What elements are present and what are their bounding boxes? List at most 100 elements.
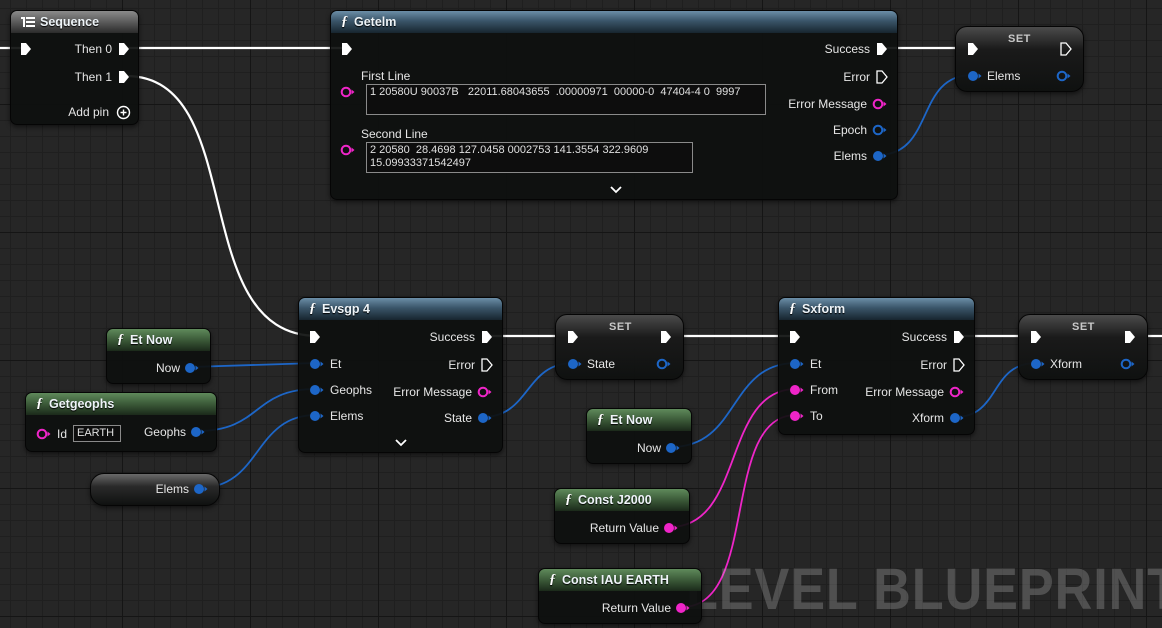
sxform-et-label: Et bbox=[810, 357, 822, 371]
getelm-success-exec-pin[interactable] bbox=[876, 42, 888, 56]
sxform-from-pin[interactable] bbox=[789, 384, 805, 396]
getgeophs-title: Getgeophs bbox=[49, 397, 115, 411]
const-j2000-return-pin[interactable] bbox=[663, 522, 679, 534]
sxform-header[interactable]: ƒ Sxform bbox=[779, 298, 974, 320]
elems-variable-pin[interactable] bbox=[193, 483, 209, 495]
expand-chevron-icon[interactable] bbox=[395, 439, 407, 447]
evsgp4-elems-pin[interactable] bbox=[309, 410, 325, 422]
evsgp4-header[interactable]: ƒ Evsgp 4 bbox=[299, 298, 502, 320]
const-j2000-node[interactable]: ƒ Const J2000 Return Value bbox=[554, 488, 690, 544]
getgeophs-id-input[interactable]: EARTH bbox=[73, 425, 121, 442]
sxform-error-message-pin[interactable] bbox=[949, 386, 965, 398]
const-iau-earth-header[interactable]: ƒ Const IAU EARTH bbox=[539, 569, 701, 591]
evsgp4-et-pin[interactable] bbox=[309, 358, 325, 370]
set-state-in-pin[interactable] bbox=[567, 358, 583, 370]
sequence-node[interactable]: Sequence Then 0 Then 1 Add pin bbox=[10, 10, 139, 125]
getelm-error-exec-pin[interactable] bbox=[876, 70, 888, 84]
getelm-elems-label: Elems bbox=[833, 149, 867, 163]
sequence-title: Sequence bbox=[40, 15, 100, 29]
et-now-header-2[interactable]: ƒ Et Now bbox=[587, 409, 691, 431]
evsgp4-state-label: State bbox=[443, 411, 472, 425]
sxform-to-pin[interactable] bbox=[789, 410, 805, 422]
getelm-epoch-pin[interactable] bbox=[872, 124, 888, 136]
evsgp4-geophs-pin[interactable] bbox=[309, 384, 325, 396]
evsgp4-et-label: Et bbox=[330, 357, 342, 371]
evsgp4-exec-in-pin[interactable] bbox=[309, 330, 321, 344]
set-state-out-pin[interactable] bbox=[656, 358, 672, 370]
set-elems-exec-out-pin[interactable] bbox=[1060, 42, 1072, 56]
et-now-now-label-1: Now bbox=[155, 361, 180, 375]
function-icon: ƒ bbox=[117, 332, 124, 347]
evsgp4-state-pin[interactable] bbox=[477, 412, 493, 424]
sxform-error-exec-pin[interactable] bbox=[953, 358, 965, 372]
set-state-exec-in-pin[interactable] bbox=[567, 330, 579, 344]
function-icon: ƒ bbox=[565, 492, 572, 507]
et-now-now-pin-2[interactable] bbox=[665, 442, 681, 454]
sequence-icon bbox=[21, 17, 35, 27]
set-state-node[interactable]: SET State bbox=[555, 314, 684, 380]
function-icon: ƒ bbox=[341, 14, 348, 29]
function-icon: ƒ bbox=[36, 396, 43, 411]
et-now-node-2[interactable]: ƒ Et Now Now bbox=[586, 408, 692, 464]
evsgp4-elems-label: Elems bbox=[330, 409, 364, 423]
const-iau-earth-return-pin[interactable] bbox=[675, 602, 691, 614]
getgeophs-id-pin[interactable] bbox=[36, 428, 52, 440]
expand-chevron-icon[interactable] bbox=[610, 186, 622, 194]
getgeophs-geophs-pin[interactable] bbox=[190, 426, 206, 438]
sxform-to-label: To bbox=[810, 409, 823, 423]
add-pin-label[interactable]: Add pin bbox=[68, 105, 109, 119]
sxform-exec-in-pin[interactable] bbox=[789, 330, 801, 344]
second-line-pin[interactable] bbox=[340, 144, 356, 156]
sxform-et-pin[interactable] bbox=[789, 358, 805, 370]
et-now-now-pin-1[interactable] bbox=[184, 362, 200, 374]
evsgp4-success-exec-pin[interactable] bbox=[481, 330, 493, 344]
set-xform-in-pin[interactable] bbox=[1030, 358, 1046, 370]
sxform-xform-label: Xform bbox=[911, 411, 944, 425]
getelm-error-message-pin[interactable] bbox=[872, 98, 888, 110]
first-line-pin[interactable] bbox=[340, 86, 356, 98]
evsgp4-node[interactable]: ƒ Evsgp 4 Et Geophs Elems Success Error … bbox=[298, 297, 503, 453]
sxform-xform-pin[interactable] bbox=[949, 412, 965, 424]
const-iau-earth-return-label: Return Value bbox=[601, 601, 671, 615]
evsgp4-error-exec-pin[interactable] bbox=[481, 358, 493, 372]
set-xform-node[interactable]: SET Xform bbox=[1018, 314, 1148, 380]
evsgp4-geophs-label: Geophs bbox=[330, 383, 373, 397]
et-now-header-1[interactable]: ƒ Et Now bbox=[107, 329, 210, 351]
set-xform-out-pin[interactable] bbox=[1120, 358, 1136, 370]
first-line-input[interactable]: 1 20580U 90037B 22011.68043655 .00000971… bbox=[366, 84, 766, 115]
getgeophs-header[interactable]: ƒ Getgeophs bbox=[26, 393, 216, 415]
getelm-exec-in-pin[interactable] bbox=[341, 42, 353, 56]
set-xform-exec-out-pin[interactable] bbox=[1124, 330, 1136, 344]
then1-exec-pin[interactable] bbox=[118, 70, 130, 84]
et-now-node-1[interactable]: ƒ Et Now Now bbox=[106, 328, 211, 384]
sxform-node[interactable]: ƒ Sxform Et From To Success Error Error … bbox=[778, 297, 975, 435]
evsgp4-error-label: Error bbox=[448, 358, 475, 372]
then0-exec-pin[interactable] bbox=[118, 42, 130, 56]
sequence-exec-in-pin[interactable] bbox=[20, 42, 32, 56]
set-xform-title: SET bbox=[1072, 321, 1095, 333]
getelm-header[interactable]: ƒ Getelm bbox=[331, 11, 897, 33]
elems-variable-node[interactable]: Elems bbox=[90, 473, 220, 506]
getelm-node[interactable]: ƒ Getelm First Line 1 20580U 90037B 2201… bbox=[330, 10, 898, 200]
set-state-exec-out-pin[interactable] bbox=[660, 330, 672, 344]
add-pin-icon[interactable] bbox=[116, 105, 131, 120]
function-icon: ƒ bbox=[549, 572, 556, 587]
et-now-now-label-2: Now bbox=[636, 441, 661, 455]
getelm-error-message-label: Error Message bbox=[788, 97, 867, 111]
set-elems-node[interactable]: SET Elems bbox=[955, 26, 1084, 92]
const-iau-earth-node[interactable]: ƒ Const IAU EARTH Return Value bbox=[538, 568, 702, 624]
sxform-success-exec-pin[interactable] bbox=[953, 330, 965, 344]
set-elems-out-pin[interactable] bbox=[1056, 70, 1072, 82]
set-xform-exec-in-pin[interactable] bbox=[1030, 330, 1042, 344]
set-elems-exec-in-pin[interactable] bbox=[967, 42, 979, 56]
function-icon: ƒ bbox=[309, 301, 316, 316]
sxform-error-label: Error bbox=[920, 358, 947, 372]
set-elems-in-pin[interactable] bbox=[967, 70, 983, 82]
evsgp4-error-message-label: Error Message bbox=[393, 385, 472, 399]
evsgp4-error-message-pin[interactable] bbox=[477, 386, 493, 398]
getelm-elems-pin[interactable] bbox=[872, 150, 888, 162]
second-line-input[interactable]: 2 20580 28.4698 127.0458 0002753 141.355… bbox=[366, 142, 693, 173]
sequence-header[interactable]: Sequence bbox=[11, 11, 138, 33]
const-j2000-header[interactable]: ƒ Const J2000 bbox=[555, 489, 689, 511]
getgeophs-node[interactable]: ƒ Getgeophs Id EARTH Geophs bbox=[25, 392, 217, 452]
